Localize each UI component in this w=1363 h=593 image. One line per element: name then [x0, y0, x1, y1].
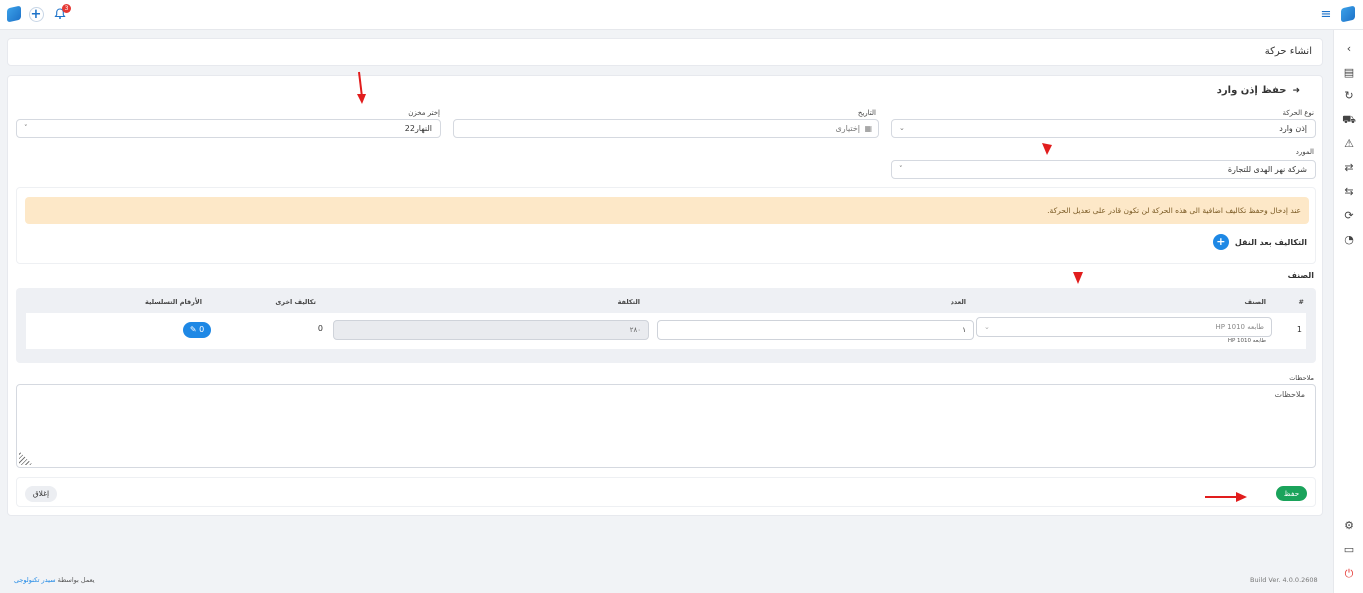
- collapse-chevron-icon[interactable]: ‹: [1342, 42, 1356, 56]
- top-bar: + 3 ≡: [0, 0, 1363, 30]
- movement-form-card: ➜ حفظ إذن وارد نوع الحركة التاريخ إختر م…: [7, 75, 1323, 516]
- cone-icon[interactable]: ⚠: [1342, 137, 1356, 151]
- items-section-title: الصنف: [1287, 271, 1314, 280]
- form-title-text: حفظ إذن وارد: [1216, 85, 1287, 96]
- chevron-down-icon: ⌄: [899, 124, 905, 132]
- row-index: 1: [1296, 325, 1302, 334]
- annotation-arrow-icon: [1205, 492, 1247, 502]
- save-button[interactable]: حفظ: [1276, 486, 1307, 501]
- annotation-arrow-icon: [1042, 143, 1052, 155]
- notes-label: ملاحظات: [1289, 374, 1314, 382]
- close-button[interactable]: إغلاق: [25, 486, 57, 502]
- quantity-input[interactable]: ١: [657, 320, 974, 340]
- truck-icon[interactable]: ⛟: [1342, 113, 1356, 127]
- warehouse-icon[interactable]: ▤: [1342, 66, 1356, 80]
- notification-badge: 3: [62, 4, 71, 13]
- chevron-down-icon: ˅: [24, 124, 28, 132]
- serial-numbers-button[interactable]: ✎ 0: [183, 322, 211, 338]
- page-title: انشاء حركة: [1264, 46, 1312, 57]
- back-arrow-icon[interactable]: ➜: [1292, 86, 1300, 96]
- annotation-arrow-icon: [357, 71, 366, 104]
- header-index: #: [1298, 298, 1304, 306]
- power-icon[interactable]: ⏻: [1342, 567, 1356, 581]
- form-title: ➜ حفظ إذن وارد: [1217, 85, 1300, 96]
- costs-after-transfer: التكاليف بعد النقل +: [1212, 234, 1307, 250]
- costs-label: التكاليف بعد النقل: [1234, 237, 1307, 247]
- calendar-icon: ▦: [864, 124, 872, 133]
- add-icon[interactable]: +: [28, 6, 44, 22]
- warehouse-label: إختر مخزن: [408, 109, 440, 117]
- warning-alert: عند إدخال وحفظ تكاليف اضافية الى هذه الح…: [25, 197, 1309, 224]
- movement-type-label: نوع الحركة: [1282, 109, 1314, 117]
- chevron-down-icon: ˅: [899, 165, 903, 173]
- page-title-card: انشاء حركة: [7, 38, 1323, 66]
- movement-type-select[interactable]: ⌄ إذن وارد: [891, 119, 1316, 138]
- refresh-icon[interactable]: ⟳: [1342, 209, 1356, 223]
- powered-brand-link[interactable]: سيدر تكنولوجى: [14, 576, 56, 584]
- notes-textarea[interactable]: ملاحظات: [16, 384, 1316, 468]
- notes-placeholder: ملاحظات: [1274, 390, 1305, 399]
- settings-gear-icon[interactable]: ⚙: [1342, 519, 1356, 533]
- extra-cost-value: 0: [317, 324, 323, 333]
- transfer-alt-icon[interactable]: ⇆: [1342, 185, 1356, 199]
- date-input[interactable]: ▦ إختيارى: [453, 119, 879, 138]
- header-extra-cost: تكاليف اخرى: [275, 298, 316, 306]
- right-sidebar: ‹ ▤ ↻ ⛟ ⚠ ⇄ ⇆ ⟳ ◔ ⚙ ▭ ⏻: [1333, 30, 1363, 593]
- form-actions-bar: حفظ إغلاق: [16, 477, 1316, 507]
- header-item: الصنف: [1244, 298, 1266, 306]
- header-serials: الأرقام التسلسلية: [145, 298, 202, 306]
- transfer-icon[interactable]: ⇄: [1342, 161, 1356, 175]
- item-subtitle: طابعه HP 1010: [1227, 338, 1266, 344]
- powered-by: يعمل بواسطة سيدر تكنولوجى: [14, 576, 95, 584]
- powered-prefix: يعمل بواسطة: [57, 576, 95, 584]
- additional-costs-panel: عند إدخال وحفظ تكاليف اضافية الى هذه الح…: [16, 187, 1316, 264]
- header-cost: التكلفة: [617, 298, 640, 306]
- build-version: Build Ver. 4.0.0.2608: [1250, 576, 1318, 584]
- add-cost-button[interactable]: +: [1212, 234, 1229, 250]
- date-label: التاريخ: [857, 109, 876, 117]
- pencil-icon: ✎: [189, 325, 197, 334]
- history-icon[interactable]: ◔: [1342, 233, 1356, 247]
- supplier-select[interactable]: ˅ شركة نهر الهدى للتجارة: [891, 160, 1316, 179]
- header-quantity: العدد: [950, 298, 966, 306]
- cost-input: ٢٨٠: [333, 320, 649, 340]
- notifications-bell-icon[interactable]: 3: [52, 4, 71, 22]
- table-row: 1 طابعه HP 1010 ⌄ طابعه HP 1010 ١ ٢٨٠ 0 …: [26, 313, 1306, 349]
- screen-icon[interactable]: ▭: [1342, 543, 1356, 557]
- annotation-arrow-icon: [1073, 272, 1083, 284]
- items-table: # الصنف العدد التكلفة تكاليف اخرى الأرقا…: [16, 288, 1316, 363]
- warehouse-select[interactable]: ˅ النهار22: [16, 119, 441, 138]
- menu-toggle-icon[interactable]: ≡: [1318, 6, 1334, 22]
- chevron-down-icon: ⌄: [984, 323, 990, 331]
- item-select[interactable]: طابعه HP 1010 ⌄: [976, 317, 1272, 337]
- supplier-label: المورد: [1295, 148, 1314, 156]
- app-logo-icon[interactable]: [6, 5, 22, 23]
- sync-icon[interactable]: ↻: [1342, 89, 1356, 103]
- resize-handle-icon[interactable]: [19, 451, 33, 465]
- brand-logo-icon[interactable]: [1340, 5, 1356, 23]
